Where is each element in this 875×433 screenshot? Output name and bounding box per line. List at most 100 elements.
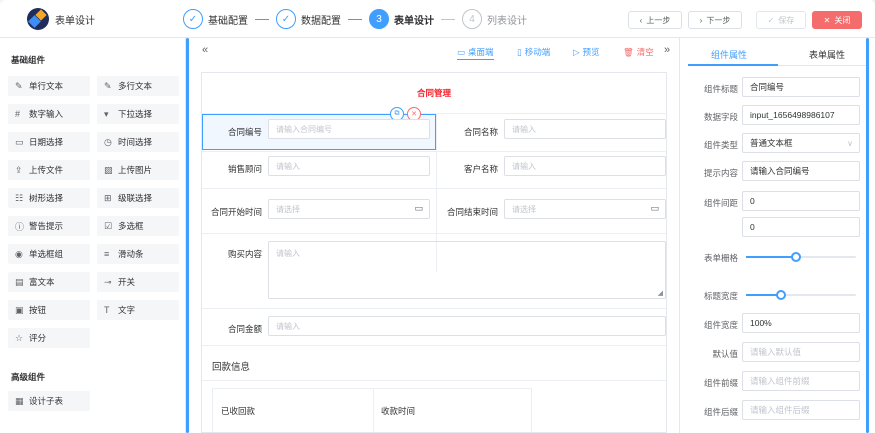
prev-step-button[interactable]: ‹ 上一步 (628, 11, 682, 29)
palette-item-date[interactable]: ▭ 日期选择 (8, 132, 90, 152)
tab-form-props[interactable]: 表单属性 (778, 48, 875, 61)
edit-icon: ✎ (15, 80, 23, 91)
check-icon: ✓ (767, 15, 775, 25)
suffix-input[interactable]: 请输入组件后缀 (742, 400, 860, 420)
preview-button[interactable]: ▷ 预览 (573, 46, 600, 58)
component-type-select[interactable]: 普通文本框 ∨ (742, 133, 860, 153)
desktop-view-button[interactable]: ▭ 桌面端 (457, 46, 494, 60)
palette-item-single-text[interactable]: ✎ 单行文本 (8, 76, 90, 96)
next-step-button[interactable]: › 下一步 (688, 11, 742, 29)
step-label: 基础配置 (208, 15, 248, 27)
upload-icon: ⇪ (15, 164, 23, 175)
palette-item-rate[interactable]: ☆ 评分 (8, 328, 90, 348)
cascader-icon: ⊞ (104, 192, 112, 203)
gap-input-2[interactable]: 0 (742, 217, 860, 237)
step-form-design[interactable]: 3 表单设计 (369, 9, 434, 29)
palette-item-number[interactable]: # 数字输入 (8, 104, 90, 124)
prefix-input[interactable]: 请输入组件前缀 (742, 371, 860, 391)
resize-handle-icon[interactable]: ◢ (658, 289, 663, 297)
chevron-right-icon: › (699, 15, 703, 25)
gap-input-1[interactable]: 0 (742, 191, 860, 211)
divider (202, 345, 666, 346)
sales-input[interactable]: 请输入 (268, 156, 430, 176)
close-button[interactable]: ✕ 关闭 (812, 11, 862, 29)
palette-item-switch[interactable]: ⊸ 开关 (97, 272, 179, 292)
checkbox-icon: ☑ (104, 220, 113, 231)
slider-fill (746, 256, 796, 258)
tab-component-props[interactable]: 组件属性 (680, 48, 778, 61)
button-icon: ▣ (15, 304, 24, 315)
palette-item-select[interactable]: ▾ 下拉选择 (97, 104, 179, 124)
palette-item-multi-text[interactable]: ✎ 多行文本 (97, 76, 179, 96)
start-time-picker[interactable]: 请选择 ▭ (268, 199, 430, 219)
title-width-slider[interactable] (746, 290, 856, 300)
calendar-icon: ▭ (414, 203, 423, 213)
slider-icon: ≡ (104, 249, 110, 259)
clock-icon: ◷ (104, 136, 112, 147)
divider (373, 389, 374, 432)
step-number: 3 (369, 9, 389, 29)
form-canvas: 合同管理 ⧉ ✕ 合同编号 请输入合同编号 合同名称 请输入 销售顾问 请输入 … (201, 72, 667, 433)
component-title-input[interactable]: 合同编号 (742, 77, 860, 97)
prop-label: 组件标题 (703, 84, 738, 94)
palette-item-alert[interactable]: ⓘ 警告提示 (8, 216, 90, 236)
palette-item-sub-table[interactable]: ▦ 设计子表 (8, 391, 90, 411)
amount-input[interactable]: 请输入 (268, 316, 666, 336)
payment-sub-table[interactable]: 已收回款 收款时间 (212, 388, 532, 432)
step-list-design[interactable]: 4 列表设计 (462, 9, 527, 29)
purchase-textarea[interactable]: 请输入 ◢ (268, 241, 666, 299)
hint-input[interactable]: 请输入合同编号 (742, 161, 860, 181)
switch-icon: ⊸ (104, 276, 112, 287)
calendar-icon: ▭ (15, 136, 24, 147)
palette-item-rich-text[interactable]: ▤ 富文本 (8, 272, 90, 292)
contract-name-input[interactable]: 请输入 (504, 119, 666, 139)
step-connector (441, 18, 455, 20)
palette-item-text[interactable]: T 文字 (97, 300, 179, 320)
collapse-right-icon[interactable]: » (664, 44, 670, 56)
canvas-toolbar: « ▭ 桌面端 ▯ 移动端 ▷ 预览 🗑 清空 » (190, 38, 678, 66)
end-time-picker[interactable]: 请选择 ▭ (504, 199, 666, 219)
customer-input[interactable]: 请输入 (504, 156, 666, 176)
form-designer-window: 表单设计 ✓ 基础配置 ✓ 数据配置 3 表单设计 4 列表设计 ‹ 上一步 ›… (0, 0, 875, 433)
step-data-config[interactable]: ✓ 数据配置 (276, 9, 341, 29)
start-time-label: 合同开始时间 (210, 207, 262, 217)
divider (202, 233, 666, 234)
chevron-down-icon: ∨ (847, 138, 853, 148)
palette-scrollbar[interactable] (186, 38, 189, 433)
data-field-input[interactable]: input_1656498986107 (742, 105, 860, 125)
amount-label: 合同金额 (227, 324, 262, 334)
monitor-icon: ▭ (457, 46, 466, 57)
palette-item-time[interactable]: ◷ 时间选择 (97, 132, 179, 152)
contract-name-label: 合同名称 (463, 127, 498, 137)
purchase-label: 购买内容 (227, 249, 262, 259)
contract-no-input[interactable]: 请输入合同编号 (268, 119, 430, 139)
dropdown-icon: ▾ (104, 108, 109, 119)
slider-handle[interactable] (776, 290, 786, 300)
sub-table-header: 收款时间 (381, 406, 416, 416)
save-button[interactable]: ✓ 保存 (756, 11, 806, 29)
palette-item-cascader[interactable]: ⊞ 级联选择 (97, 188, 179, 208)
palette-item-slider[interactable]: ≡ 滑动条 (97, 244, 179, 264)
slider-handle[interactable] (791, 252, 801, 262)
step-label: 数据配置 (301, 15, 341, 27)
divider (202, 308, 666, 309)
palette-item-button[interactable]: ▣ 按钮 (8, 300, 90, 320)
step-basic-config[interactable]: ✓ 基础配置 (183, 9, 248, 29)
collapse-left-icon[interactable]: « (202, 44, 208, 56)
top-bar: 表单设计 ✓ 基础配置 ✓ 数据配置 3 表单设计 4 列表设计 ‹ 上一步 ›… (0, 0, 875, 38)
properties-scrollbar[interactable] (866, 38, 869, 433)
mobile-view-button[interactable]: ▯ 移动端 (517, 46, 550, 58)
palette-item-upload-file[interactable]: ⇪ 上传文件 (8, 160, 90, 180)
check-icon: ✓ (276, 9, 296, 29)
trash-icon: 🗑 (623, 46, 634, 57)
palette-item-upload-image[interactable]: ▨ 上传图片 (97, 160, 179, 180)
component-width-input[interactable]: 100% (742, 313, 860, 333)
palette-item-checkbox[interactable]: ☑ 多选框 (97, 216, 179, 236)
palette-item-tree-select[interactable]: ☷ 树形选择 (8, 188, 90, 208)
grid-slider[interactable] (746, 252, 856, 262)
palette-item-radio-group[interactable]: ◉ 单选框组 (8, 244, 90, 264)
active-tab-indicator (688, 64, 778, 66)
default-value-input[interactable]: 请输入默认值 (742, 342, 860, 362)
app-title: 表单设计 (55, 16, 95, 27)
clear-button[interactable]: 🗑 清空 (623, 46, 654, 58)
